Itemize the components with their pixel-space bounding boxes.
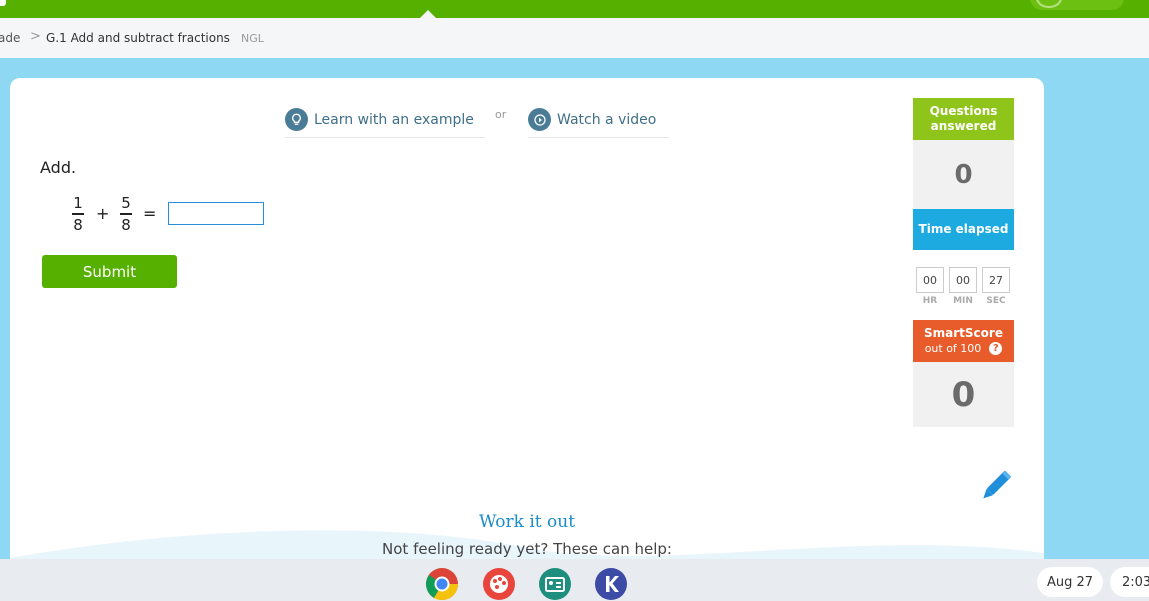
smartscore-value: 0: [913, 362, 1014, 427]
plus-operator: +: [96, 204, 110, 223]
timer-minutes: 00: [949, 267, 977, 293]
help-question-icon[interactable]: ?: [989, 342, 1003, 355]
smartscore-header: SmartScore out of 100 ?: [913, 320, 1014, 362]
breadcrumb-grade-link[interactable]: ade: [0, 31, 20, 45]
fraction-one-denominator: 8: [73, 215, 83, 234]
answer-input[interactable]: [168, 202, 264, 225]
fraction-one: 1 8: [71, 195, 85, 234]
learn-with-example-link[interactable]: Learn with an example: [285, 102, 485, 138]
clock-display[interactable]: 2:03: [1110, 567, 1149, 597]
smartscore-subtitle-row: out of 100 ?: [913, 341, 1014, 356]
fraction-bar: [72, 213, 84, 215]
active-nav-indicator: [420, 10, 436, 18]
fraction-two-denominator: 8: [121, 215, 131, 234]
or-separator: or: [495, 108, 507, 121]
fraction-two-numerator: 5: [121, 194, 131, 212]
classroom-icon[interactable]: [538, 567, 572, 601]
top-nav-bar: [0, 0, 1149, 18]
timer-hours: 00: [916, 267, 944, 293]
logo-fragment: [0, 0, 6, 6]
watch-video-label: Watch a video: [557, 111, 657, 128]
fraction-bar: [120, 213, 132, 215]
smartscore-title: SmartScore: [924, 326, 1003, 340]
pencil-icon[interactable]: [975, 466, 1015, 506]
time-elapsed-header: Time elapsed: [913, 209, 1014, 250]
play-icon: [528, 108, 551, 131]
skill-code: NGL: [241, 32, 264, 45]
practice-card: Learn with an example or Watch a video A…: [10, 78, 1044, 578]
breadcrumb-skill-title: G.1 Add and subtract fractions: [46, 31, 230, 45]
os-taskbar: Aug 27 2:03: [0, 559, 1149, 601]
chrome-icon[interactable]: [425, 567, 459, 601]
avatar-icon: [1036, 0, 1062, 8]
breadcrumb: ade > G.1 Add and subtract fractions NGL: [0, 18, 1149, 58]
kami-icon[interactable]: [594, 567, 628, 601]
work-it-out-title: Work it out: [478, 512, 576, 532]
timer-minutes-label: MIN: [953, 296, 973, 306]
lightbulb-icon: [285, 108, 308, 131]
chevron-right-icon: >: [30, 29, 41, 44]
work-it-out-subtitle: Not feeling ready yet? These can help:: [382, 540, 672, 558]
user-menu-button[interactable]: [1030, 0, 1124, 10]
fraction-one-numerator: 1: [73, 194, 83, 212]
questions-answered-value: 0: [913, 140, 1014, 209]
timer-seconds-label: SEC: [986, 296, 1006, 306]
palette-icon[interactable]: [482, 567, 516, 601]
watch-video-link[interactable]: Watch a video: [528, 102, 669, 138]
timer-seconds: 27: [982, 267, 1010, 293]
smartscore-subtitle: out of 100: [924, 342, 982, 355]
question-prompt: Add.: [40, 158, 77, 177]
time-elapsed-panel: 00 00 27 HR MIN SEC: [913, 250, 1014, 320]
timer-hours-label: HR: [922, 296, 938, 306]
date-display[interactable]: Aug 27: [1037, 567, 1103, 597]
questions-answered-header: Questions answered: [913, 98, 1014, 140]
equals-sign: =: [143, 204, 157, 223]
fraction-two: 5 8: [119, 195, 133, 234]
learn-with-example-label: Learn with an example: [314, 111, 474, 128]
submit-button[interactable]: Submit: [42, 255, 177, 288]
